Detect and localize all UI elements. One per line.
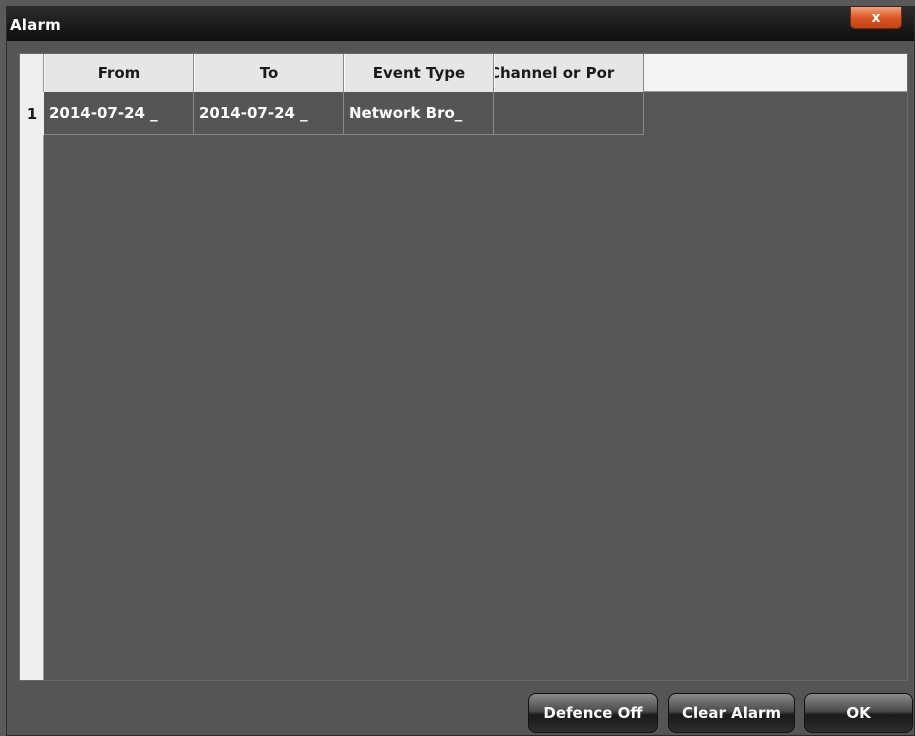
row-number-column — [20, 54, 44, 680]
column-header-channel[interactable]: Channel or Por — [494, 54, 644, 92]
column-header-to[interactable]: To — [194, 54, 344, 92]
alarm-dialog: Alarm x From To Event Type Channel or Po… — [6, 6, 915, 736]
close-button[interactable]: x — [850, 7, 902, 29]
cell-from[interactable]: 2014-07-24 _ — [44, 92, 194, 135]
ok-button[interactable]: OK — [804, 693, 913, 733]
alarm-table: From To Event Type Channel or Por 1 2014… — [19, 53, 908, 681]
close-icon: x — [871, 9, 881, 26]
title-bar: Alarm x — [7, 7, 914, 41]
column-header-event-type[interactable]: Event Type — [344, 54, 494, 92]
clear-alarm-button[interactable]: Clear Alarm — [668, 693, 795, 733]
column-header-from[interactable]: From — [44, 54, 194, 92]
cell-to[interactable]: 2014-07-24 _ — [194, 92, 344, 135]
cell-channel[interactable] — [494, 92, 644, 135]
cell-event-type[interactable]: Network Bro_ — [344, 92, 494, 135]
defence-off-button[interactable]: Defence Off — [528, 693, 658, 733]
dialog-title: Alarm — [10, 16, 61, 34]
row-number: 1 — [20, 92, 44, 135]
